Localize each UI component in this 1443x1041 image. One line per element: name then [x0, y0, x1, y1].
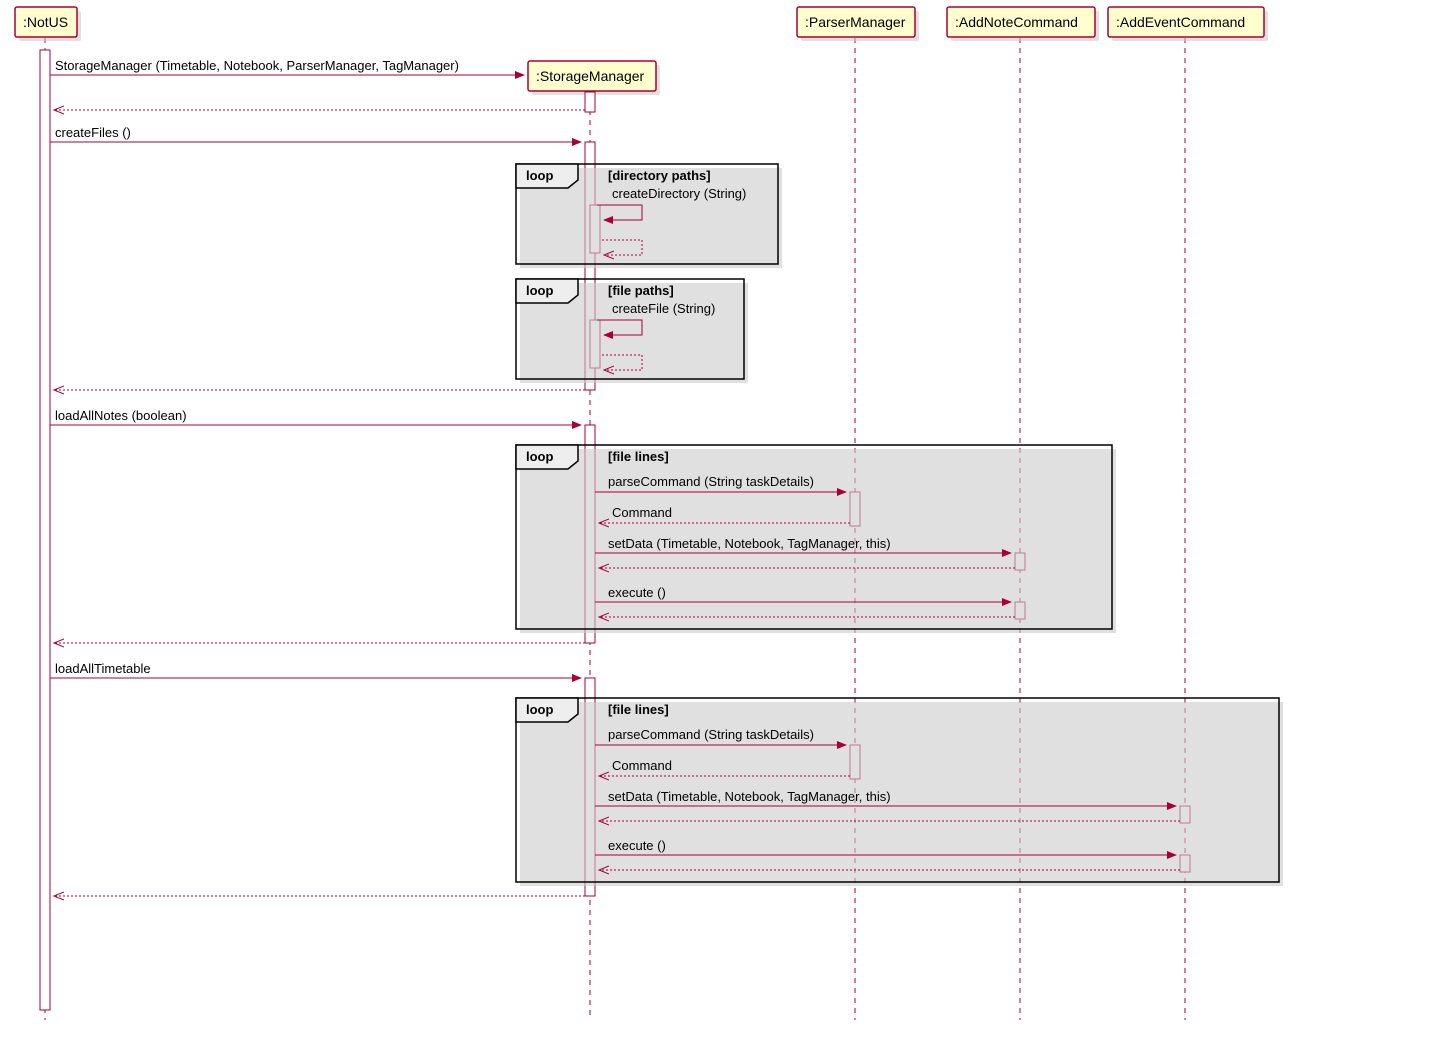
msg-createfile: createFile (String)	[612, 301, 715, 316]
guard-filelines-2: [file lines]	[608, 702, 669, 717]
msg-setdata-2: setData (Timetable, Notebook, TagManager…	[608, 789, 891, 804]
loop-label-1: loop	[526, 168, 553, 183]
guard-filepaths: [file paths]	[608, 283, 674, 298]
msg-parsecommand-1: parseCommand (String taskDetails)	[608, 474, 814, 489]
msg-create-sm: StorageManager (Timetable, Notebook, Par…	[55, 58, 459, 73]
msg-execute-1: execute ()	[608, 585, 666, 600]
participant-notus-label: :NotUS	[23, 14, 68, 30]
msg-loadalltimetable: loadAllTimetable	[55, 661, 151, 676]
activation-notus	[40, 50, 50, 1010]
msg-parsecommand-2: parseCommand (String taskDetails)	[608, 727, 814, 742]
participant-storagemanager-label: :StorageManager	[536, 68, 645, 84]
loop-label-2: loop	[526, 283, 553, 298]
msg-setdata-1: setData (Timetable, Notebook, TagManager…	[608, 536, 891, 551]
loop-label-4: loop	[526, 702, 553, 717]
msg-createdirectory: createDirectory (String)	[612, 186, 746, 201]
msg-execute-2: execute ()	[608, 838, 666, 853]
guard-dirpaths: [directory paths]	[608, 168, 711, 183]
loop-label-3: loop	[526, 449, 553, 464]
msg-command-1: Command	[612, 505, 672, 520]
guard-filelines-1: [file lines]	[608, 449, 669, 464]
participant-addnotecommand-label: :AddNoteCommand	[955, 14, 1078, 30]
activation-sm-1	[585, 92, 595, 112]
msg-createfiles: createFiles ()	[55, 125, 131, 140]
participant-addeventcommand-label: :AddEventCommand	[1116, 14, 1245, 30]
msg-loadallnotes: loadAllNotes (boolean)	[55, 408, 187, 423]
msg-command-2: Command	[612, 758, 672, 773]
participant-parsermanager-label: :ParserManager	[805, 14, 906, 30]
